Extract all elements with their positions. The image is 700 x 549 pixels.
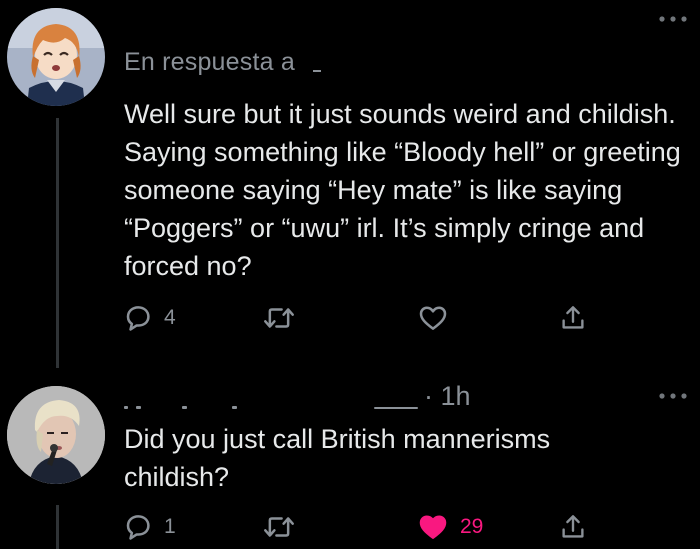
redacted-name bbox=[124, 406, 128, 409]
reply-context-label: En respuesta a bbox=[124, 48, 295, 76]
heart-icon bbox=[419, 306, 447, 330]
anime-girl-avatar-icon bbox=[7, 8, 105, 106]
retweet-icon bbox=[264, 308, 294, 328]
share-button[interactable] bbox=[558, 302, 588, 334]
retweet-button[interactable] bbox=[262, 302, 306, 334]
avatar[interactable] bbox=[7, 386, 105, 484]
singer-avatar-icon bbox=[7, 386, 105, 484]
reply-bubble-icon bbox=[126, 306, 150, 331]
more-dots-icon bbox=[659, 393, 687, 399]
reply-count: 4 bbox=[164, 306, 176, 329]
heart-icon bbox=[419, 515, 447, 539]
tweet-actions: 4 bbox=[122, 302, 592, 338]
like-button[interactable] bbox=[416, 302, 460, 334]
reply-bubble-icon bbox=[126, 515, 150, 540]
tweet-timestamp[interactable]: · 1h bbox=[424, 381, 471, 412]
tweet-actions: 1 29 bbox=[122, 511, 592, 547]
more-options-button[interactable] bbox=[658, 14, 688, 24]
reply-button[interactable]: 1 bbox=[122, 511, 176, 543]
tweet-meta: · 1h bbox=[124, 381, 484, 415]
like-count: 29 bbox=[460, 515, 484, 538]
redacted-name bbox=[136, 406, 141, 409]
more-dots-icon bbox=[659, 16, 687, 22]
reply-count: 1 bbox=[164, 515, 176, 538]
redacted-name bbox=[182, 406, 187, 409]
reply-button[interactable]: 4 bbox=[122, 302, 176, 334]
reply-context: En respuesta a bbox=[124, 48, 321, 77]
reply-handle-redacted[interactable] bbox=[312, 70, 321, 72]
avatar[interactable] bbox=[7, 8, 105, 106]
redacted-name bbox=[232, 406, 237, 409]
redacted-handle bbox=[374, 407, 418, 409]
thread-line bbox=[56, 118, 59, 368]
share-button[interactable] bbox=[558, 511, 588, 543]
thread-line bbox=[56, 505, 59, 549]
share-icon bbox=[562, 515, 584, 538]
like-button[interactable]: 29 bbox=[416, 511, 483, 543]
share-icon bbox=[562, 306, 584, 329]
tweet-text: Did you just call British mannerisms chi… bbox=[124, 424, 551, 492]
tweet-text: Well sure but it just sounds weird and c… bbox=[124, 99, 681, 281]
retweet-icon bbox=[264, 517, 294, 537]
more-options-button[interactable] bbox=[658, 391, 688, 401]
retweet-button[interactable] bbox=[262, 511, 306, 543]
